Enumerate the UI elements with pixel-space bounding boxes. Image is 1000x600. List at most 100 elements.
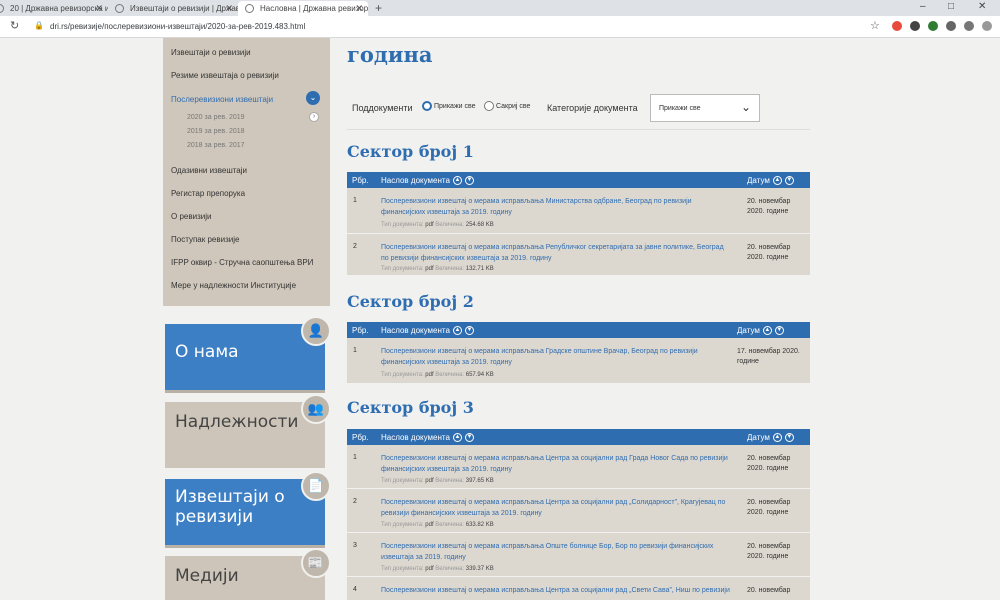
col-date[interactable]: Датум ▲ ▼: [737, 326, 784, 336]
tile-audit-reports[interactable]: Извештаји о ревизији 📄: [165, 471, 331, 548]
sort-down-icon[interactable]: ▼: [784, 176, 794, 186]
globe-icon: [0, 4, 4, 13]
meta-type-label: Тип документа:: [381, 266, 424, 272]
sidebar-item-ifpp-framework[interactable]: IFPP оквир - Стручна саопштења ВРИ: [171, 258, 313, 267]
extension-icon[interactable]: [946, 21, 956, 31]
document-meta: Тип документа: pdf Величина: 397.65 KB: [381, 478, 494, 484]
sort-up-icon[interactable]: ▲: [452, 176, 462, 186]
document-meta: Тип документа: pdf Величина: 657.94 KB: [381, 372, 494, 378]
sidebar-item-about-audit[interactable]: О ревизији: [171, 212, 211, 221]
categories-label: Категорије документа: [547, 103, 638, 113]
meta-type-label: Тип документа:: [381, 222, 424, 228]
meta-type-label: Тип документа:: [381, 478, 424, 484]
meta-size-label: Величина:: [435, 372, 465, 378]
document-size: 633.82 KB: [465, 522, 494, 528]
browser-tab-1[interactable]: 20 | Државна ревизорска инс ✕: [0, 1, 108, 16]
sort-down-icon[interactable]: ▼: [774, 326, 784, 336]
close-tab-icon[interactable]: ✕: [225, 1, 233, 16]
tab-title: 20 | Државна ревизорска инс: [10, 4, 108, 13]
browser-tab-3[interactable]: Насловна | Државна ревизор ✕: [238, 1, 368, 16]
page-title: година: [347, 42, 433, 67]
extension-icon[interactable]: [910, 21, 920, 31]
close-tab-icon[interactable]: ✕: [355, 1, 363, 16]
show-all-radio[interactable]: [422, 101, 432, 111]
document-date: 20. новембар 2020. године: [747, 499, 791, 516]
document-type: pdf: [425, 266, 434, 272]
extension-icon[interactable]: [928, 21, 938, 31]
sector-title: Сектор број 1: [347, 142, 474, 161]
sort-down-icon[interactable]: ▼: [784, 433, 794, 443]
document-link[interactable]: Послеревизиони извештај о мерама исправљ…: [381, 585, 731, 596]
extension-icon[interactable]: [892, 21, 902, 31]
document-meta: Тип документа: pdf Величина: 132.71 KB: [381, 266, 494, 272]
sidebar-item-measures[interactable]: Мере у надлежности Институције: [171, 281, 296, 290]
tile-competences[interactable]: Надлежности 👥: [165, 394, 331, 468]
sort-up-icon[interactable]: ▲: [772, 176, 782, 186]
chevron-right-icon[interactable]: ›: [309, 112, 319, 122]
sidebar-item-audit-procedure[interactable]: Поступак ревизије: [171, 235, 239, 244]
table-header: Рбр. Наслов документа ▲ ▼ Датум ▲ ▼: [347, 429, 810, 445]
close-window-button[interactable]: ✕: [978, 0, 986, 14]
sort-down-icon[interactable]: ▼: [464, 433, 474, 443]
tile-label: Медији: [175, 566, 239, 586]
col-date[interactable]: Датум ▲ ▼: [747, 176, 794, 186]
document-date: 20. новембар 2020. године: [747, 455, 791, 472]
sidebar-item-recommendations-register[interactable]: Регистар препорука: [171, 189, 245, 198]
newspaper-icon: 📰: [301, 548, 331, 578]
menu-icon[interactable]: [982, 21, 992, 31]
tile-media[interactable]: Медији 📰: [165, 548, 331, 600]
minimize-button[interactable]: –: [920, 0, 926, 14]
address-bar[interactable]: dri.rs/ревизије/послеревизиони-извештаји…: [50, 19, 305, 34]
row-number: 2: [353, 243, 357, 250]
col-title[interactable]: Наслов документа ▲ ▼: [381, 433, 474, 443]
new-tab-button[interactable]: +: [375, 0, 382, 16]
tile-about-us[interactable]: О нама 👤: [165, 316, 331, 393]
sort-down-icon[interactable]: ▼: [464, 176, 474, 186]
document-meta: Тип документа: pdf Величина: 254.68 KB: [381, 222, 494, 228]
meta-size-label: Величина:: [435, 522, 465, 528]
sidebar-item-report-summaries[interactable]: Резиме извештаја о ревизији: [171, 71, 279, 80]
browser-tab-2[interactable]: Извештаји о ревизији | Држав ✕: [108, 1, 238, 16]
document-link[interactable]: Послеревизиони извештај о мерама исправљ…: [381, 242, 731, 264]
sidebar-menu: Извештаји о ревизији Резиме извештаја о …: [163, 38, 330, 306]
hide-all-radio[interactable]: [484, 101, 494, 111]
bookmark-star-icon[interactable]: ☆: [870, 19, 880, 32]
sidebar-item-post-audit-reports[interactable]: Послеревизиони извештаји: [171, 95, 273, 104]
sidebar-subitem-2020[interactable]: 2020 за рев. 2019: [187, 114, 245, 121]
sidebar-subitem-2019[interactable]: 2019 за рев. 2018: [187, 128, 245, 135]
document-link[interactable]: Послеревизиони извештај о мерама исправљ…: [381, 346, 726, 368]
chevron-down-icon: ⌄: [740, 100, 751, 114]
hide-all-label[interactable]: Сакриј све: [496, 103, 530, 110]
sort-down-icon[interactable]: ▼: [464, 326, 474, 336]
document-size: 397.65 KB: [465, 478, 494, 484]
document-date: 20. новембар 2020. године: [747, 244, 791, 261]
col-date[interactable]: Датум ▲ ▼: [747, 433, 794, 443]
sidebar-item-audit-reports[interactable]: Извештаји о ревизији: [171, 48, 251, 57]
tile-divider: [165, 545, 325, 548]
extension-icon[interactable]: [964, 21, 974, 31]
chevron-down-icon[interactable]: ⌄: [306, 91, 320, 105]
document-link[interactable]: Послеревизиони извештај о мерама исправљ…: [381, 453, 731, 475]
filters-bar: Поддокументи Прикажи све Сакриј све Кате…: [352, 94, 812, 130]
sort-up-icon[interactable]: ▲: [762, 326, 772, 336]
sort-up-icon[interactable]: ▲: [452, 326, 462, 336]
document-link[interactable]: Послеревизиони извештај о мерама исправљ…: [381, 541, 731, 563]
sort-up-icon[interactable]: ▲: [772, 433, 782, 443]
sidebar-item-response-reports[interactable]: Одазивни извештаји: [171, 166, 247, 175]
document-link[interactable]: Послеревизиони извештај о мерама исправљ…: [381, 497, 731, 519]
browser-tab-bar: 20 | Државна ревизорска инс ✕ Извештаји …: [0, 0, 1000, 16]
category-select-value: Прикажи све: [659, 105, 701, 112]
sidebar-subitem-2018[interactable]: 2018 за рев. 2017: [187, 142, 245, 149]
document-link[interactable]: Послеревизиони извештај о мерама исправљ…: [381, 196, 731, 218]
col-title[interactable]: Наслов документа ▲ ▼: [381, 326, 474, 336]
lock-icon[interactable]: 🔒: [34, 21, 44, 30]
show-all-label[interactable]: Прикажи све: [434, 103, 476, 110]
col-title[interactable]: Наслов документа ▲ ▼: [381, 176, 474, 186]
sector-title: Сектор број 2: [347, 292, 474, 311]
col-num: Рбр.: [352, 433, 369, 442]
maximize-button[interactable]: □: [948, 0, 954, 14]
close-tab-icon[interactable]: ✕: [95, 1, 103, 16]
sort-up-icon[interactable]: ▲: [452, 433, 462, 443]
reload-icon[interactable]: ↻: [10, 19, 19, 32]
category-select[interactable]: Прикажи све ⌄: [650, 94, 760, 122]
